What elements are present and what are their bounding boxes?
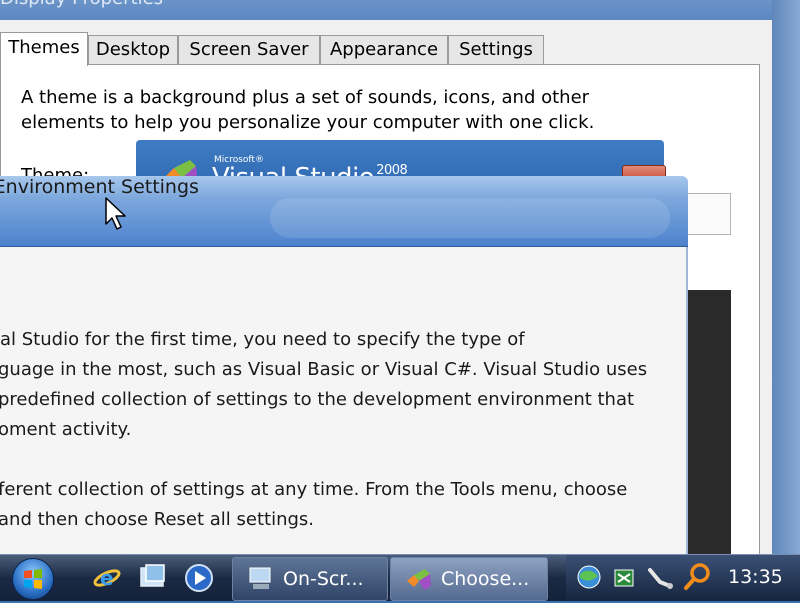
theme-preview <box>681 290 731 560</box>
show-desktop-icon[interactable] <box>138 563 168 593</box>
window-title: Display Properties <box>0 0 163 9</box>
theme-description: A theme is a background plus a set of so… <box>21 87 595 133</box>
on-screen-keyboard-icon <box>249 567 271 589</box>
tab-label: Settings <box>459 39 533 60</box>
tab-label: Themes <box>8 37 80 58</box>
start-button[interactable] <box>12 558 54 600</box>
network-globe-icon[interactable] <box>574 562 604 592</box>
dialog-text-line: oment activity. <box>0 419 132 440</box>
visual-studio-icon <box>407 569 431 590</box>
taskbar-button-label: On-Scr... <box>283 568 364 590</box>
safely-remove-hardware-icon[interactable] <box>610 562 640 592</box>
tab-screen-saver[interactable]: Screen Saver <box>178 35 320 64</box>
dialog-text-line: guage in the most, such as Visual Basic … <box>0 359 648 380</box>
clock[interactable]: 13:35 <box>728 566 783 588</box>
tab-desktop[interactable]: Desktop <box>88 35 178 64</box>
tab-label: Screen Saver <box>189 39 309 60</box>
tab-themes[interactable]: Themes <box>0 32 88 66</box>
display-properties-titlebar[interactable]: Display Properties <box>0 0 772 20</box>
dialog-text-line: and then choose Reset all settings. <box>0 509 315 530</box>
media-player-icon[interactable] <box>184 563 214 593</box>
environment-settings-dialog: Choose Default Environment Settings al S… <box>0 176 688 556</box>
tab-label: Appearance <box>329 39 439 60</box>
titlebar-decoration <box>270 198 670 238</box>
taskbar-button-label: Choose... <box>441 568 530 590</box>
internet-explorer-icon[interactable]: e <box>92 563 122 593</box>
dialog-body: al Studio for the first time, you need t… <box>0 247 688 556</box>
mouse-cursor-icon <box>105 197 126 230</box>
dialog-text-line: predefined collection of settings to the… <box>0 389 635 410</box>
taskbar-button-visual-studio[interactable]: Choose... <box>390 557 548 601</box>
taskbar: e On-Scr... Choose... 13:35 <box>0 554 800 601</box>
dialog-title: Choose Default Environment Settings <box>0 176 199 198</box>
svg-text:e: e <box>100 566 114 590</box>
tab-label: Desktop <box>95 39 171 60</box>
tab-appearance[interactable]: Appearance <box>320 35 448 64</box>
tab-settings[interactable]: Settings <box>448 35 544 64</box>
search-magnifier-icon[interactable] <box>682 562 712 592</box>
taskbar-button-on-screen-keyboard[interactable]: On-Scr... <box>232 557 388 601</box>
dialog-text-line: ferent collection of settings at any tim… <box>0 479 628 500</box>
usb-device-icon[interactable] <box>646 562 676 592</box>
dialog-text-line: al Studio for the first time, you need t… <box>0 329 525 350</box>
desktop-background <box>772 0 800 560</box>
windows-logo-icon <box>24 569 42 589</box>
